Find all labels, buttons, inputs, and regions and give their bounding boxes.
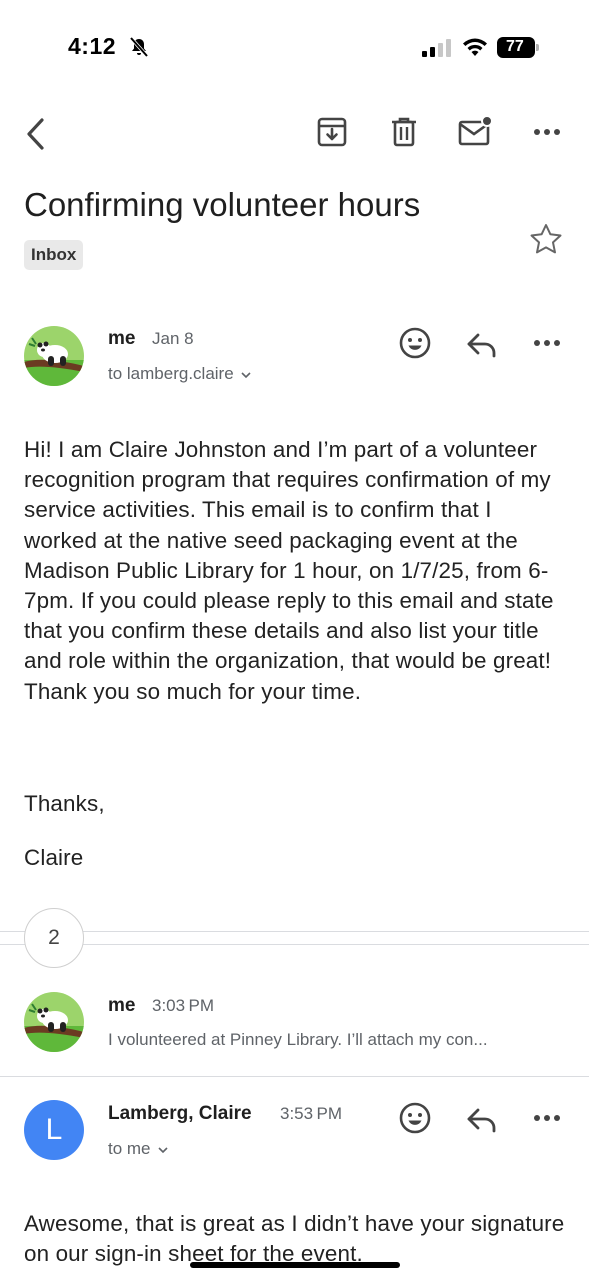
mark-unread-icon[interactable] xyxy=(456,114,494,150)
wifi-icon xyxy=(461,35,489,59)
sender-avatar-letter[interactable]: L xyxy=(24,1100,84,1160)
battery-level: 77 xyxy=(506,38,524,55)
collapsed-messages-count[interactable]: 2 xyxy=(24,908,84,968)
add-reaction-icon[interactable] xyxy=(397,325,433,361)
message-body: Awesome, that is great as I didn’t have … xyxy=(24,1211,565,1267)
inbox-label-chip[interactable]: Inbox xyxy=(24,240,84,270)
message-closing: Thanks, xyxy=(24,791,105,816)
add-reaction-icon[interactable] xyxy=(397,1100,433,1136)
message-signature: Claire xyxy=(24,845,84,870)
reply-icon[interactable] xyxy=(464,330,500,360)
message-time: 3:03 PM xyxy=(152,996,214,1015)
message-snippet[interactable]: I volunteered at Pinney Library. I’ll at… xyxy=(108,1030,558,1050)
message-more-icon[interactable] xyxy=(531,1108,563,1128)
email-subject: Confirming volunteer hours xyxy=(24,186,421,223)
sender-avatar-panda[interactable] xyxy=(24,992,84,1052)
sender-avatar-panda[interactable] xyxy=(24,326,84,386)
status-time: 4:12 xyxy=(68,33,117,59)
chevron-down-icon xyxy=(157,1140,169,1160)
trash-icon[interactable] xyxy=(386,114,422,150)
message-divider xyxy=(0,1076,589,1077)
back-icon[interactable] xyxy=(18,114,54,154)
reply-icon[interactable] xyxy=(464,1105,500,1135)
more-options-icon[interactable] xyxy=(530,120,564,144)
recipient-details-toggle[interactable]: to me xyxy=(108,1139,169,1160)
silent-bell-icon xyxy=(128,36,150,58)
chevron-down-icon xyxy=(240,365,252,385)
home-indicator[interactable] xyxy=(190,1262,400,1268)
collapsed-divider-top xyxy=(0,931,589,932)
recipient-text: to me xyxy=(108,1139,151,1158)
cellular-signal-icon xyxy=(422,38,452,58)
message-date: Jan 8 xyxy=(152,329,194,348)
battery-indicator: 77 xyxy=(497,37,541,59)
message-more-icon[interactable] xyxy=(531,333,563,353)
message-sender: me xyxy=(108,995,136,1016)
message-body: Hi! I am Claire Johnston and I’m part of… xyxy=(24,437,554,704)
archive-icon[interactable] xyxy=(314,114,350,150)
message-sender: Lamberg, Claire xyxy=(108,1103,252,1124)
message-time: 3:53 PM xyxy=(280,1104,342,1123)
collapsed-divider-bottom xyxy=(0,944,589,945)
recipient-details-toggle[interactable]: to lamberg.claire xyxy=(108,364,252,385)
message-sender: me xyxy=(108,328,136,349)
recipient-text: to lamberg.claire xyxy=(108,364,234,383)
star-icon[interactable] xyxy=(528,222,564,256)
